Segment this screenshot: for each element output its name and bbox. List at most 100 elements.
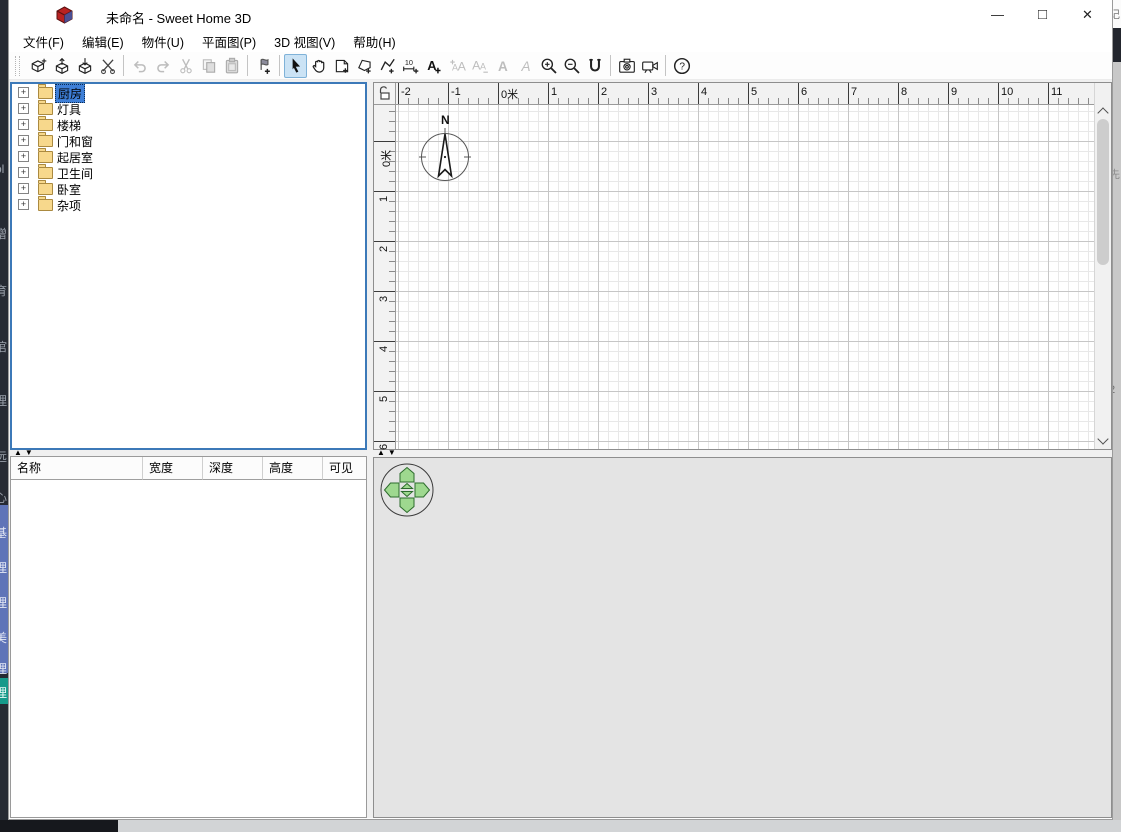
clipped-text: 基 <box>0 524 7 541</box>
video-camera-icon <box>641 57 659 75</box>
scroll-down-arrow-icon[interactable] <box>1097 433 1108 444</box>
toolbar-separator <box>123 55 124 76</box>
toolbar-separator <box>247 55 248 76</box>
catalog-category-staircase[interactable]: + 楼梯 <box>12 116 365 132</box>
expand-plus-icon[interactable]: + <box>18 151 29 162</box>
plan-3d-splitter-collapse-arrows[interactable]: ▲▼ <box>377 449 399 457</box>
folder-icon <box>38 199 53 211</box>
ruler-label: 0米 <box>501 86 518 102</box>
ruler-label: -2 <box>401 86 411 98</box>
folder-icon <box>38 151 53 163</box>
menu-file[interactable]: 文件(F) <box>14 30 73 53</box>
ruler-label: 6 <box>801 86 807 98</box>
bold-button: A <box>491 54 514 78</box>
save-home-button[interactable] <box>73 54 96 78</box>
folder-icon <box>38 135 53 147</box>
catalog-category-miscellaneous[interactable]: + 杂项 <box>12 196 365 212</box>
furniture-catalog-panel[interactable]: + 厨房 + 灯具 + 楼梯 + 门和窗 + 起居室 + 卫生间 <box>10 82 367 450</box>
zoom-in-button[interactable] <box>537 54 560 78</box>
toolbar-separator <box>279 55 280 76</box>
create-rooms-button[interactable] <box>353 54 376 78</box>
scrollbar-thumb[interactable] <box>1097 119 1109 265</box>
plan-vertical-scrollbar[interactable] <box>1094 83 1111 449</box>
create-polylines-button[interactable] <box>376 54 399 78</box>
minimize-button[interactable]: — <box>975 0 1020 30</box>
scroll-up-arrow-icon[interactable] <box>1097 107 1108 118</box>
3d-navigation-control[interactable] <box>378 461 436 519</box>
column-header-visible[interactable]: 可见 <box>323 457 366 480</box>
plan-canvas[interactable]: N <box>396 105 1095 449</box>
virtual-visit-button[interactable] <box>583 54 606 78</box>
menu-edit[interactable]: 编辑(E) <box>73 30 133 53</box>
ruler-label: 11 <box>1051 86 1062 98</box>
nav-zoom-out-chevron <box>402 492 413 497</box>
catalog-category-kitchen[interactable]: + 厨房 <box>12 84 365 100</box>
zoom-out-icon <box>563 57 581 75</box>
preferences-button[interactable] <box>96 54 119 78</box>
furniture-list-panel[interactable]: 名称 宽度 深度 高度 可见 <box>10 456 367 818</box>
window-controls: — □ ✕ <box>975 0 1110 30</box>
add-text-button[interactable]: A <box>422 54 445 78</box>
clipped-text: 远 <box>0 448 7 465</box>
open-home-button[interactable] <box>50 54 73 78</box>
maximize-button[interactable]: □ <box>1020 0 1065 30</box>
reduce-text-button: A A <box>468 54 491 78</box>
toolbar-grip-handle[interactable] <box>15 56 20 76</box>
new-home-button[interactable] <box>27 54 50 78</box>
menu-help[interactable]: 帮助(H) <box>344 30 404 53</box>
italic-icon: A <box>517 57 535 75</box>
expand-plus-icon[interactable]: + <box>18 199 29 210</box>
expand-plus-icon[interactable]: + <box>18 183 29 194</box>
menu-3d-view[interactable]: 3D 视图(V) <box>265 30 344 53</box>
catalog-category-doors-windows[interactable]: + 门和窗 <box>12 132 365 148</box>
catalog-category-living-room[interactable]: + 起居室 <box>12 148 365 164</box>
create-walls-button[interactable] <box>330 54 353 78</box>
title-bar[interactable]: 未命名 - Sweet Home 3D — □ ✕ <box>9 0 1112 30</box>
paste-icon <box>223 57 241 75</box>
expand-plus-icon[interactable]: + <box>18 119 29 130</box>
help-icon: ? <box>673 57 691 75</box>
add-text-icon: A <box>425 57 443 75</box>
ruler-label: 1 <box>551 86 557 98</box>
expand-plus-icon[interactable]: + <box>18 103 29 114</box>
close-button[interactable]: ✕ <box>1065 0 1110 30</box>
clipped-text: 增 <box>0 225 7 242</box>
create-dimensions-icon: 10 <box>402 57 420 75</box>
paste-button <box>220 54 243 78</box>
create-dimensions-button[interactable]: 10 <box>399 54 422 78</box>
create-video-button[interactable] <box>638 54 661 78</box>
catalog-category-lights[interactable]: + 灯具 <box>12 100 365 116</box>
catalog-category-bedroom[interactable]: + 卧室 <box>12 180 365 196</box>
zoom-out-button[interactable] <box>560 54 583 78</box>
column-header-height[interactable]: 高度 <box>263 457 323 480</box>
plan-view-panel[interactable]: -2 -1 0米 1 2 3 4 5 6 7 8 9 10 11 0米 1 2 … <box>373 82 1112 450</box>
add-furniture-button[interactable] <box>252 54 275 78</box>
ruler-label: 1 <box>378 196 390 202</box>
compass[interactable]: N <box>419 113 471 181</box>
3d-view-panel[interactable] <box>373 457 1112 818</box>
pan-tool-button[interactable] <box>307 54 330 78</box>
expand-plus-icon[interactable]: + <box>18 167 29 178</box>
catalog-category-bathroom[interactable]: + 卫生间 <box>12 164 365 180</box>
clipped-text: 2 <box>1113 384 1115 396</box>
column-header-depth[interactable]: 深度 <box>203 457 263 480</box>
ruler-label: 3 <box>378 296 390 302</box>
clipped-text: ol <box>0 162 4 176</box>
ruler-label: 3 <box>651 86 657 98</box>
column-header-width[interactable]: 宽度 <box>143 457 203 480</box>
svg-text:A: A <box>457 59 465 73</box>
clipped-text: 心 <box>0 489 7 506</box>
menu-plan[interactable]: 平面图(P) <box>193 30 265 53</box>
clipped-text: 理 <box>0 684 7 701</box>
expand-plus-icon[interactable]: + <box>18 87 29 98</box>
expand-plus-icon[interactable]: + <box>18 135 29 146</box>
compass-north-label: N <box>441 113 450 127</box>
column-header-name[interactable]: 名称 <box>11 457 143 480</box>
create-photo-button[interactable] <box>615 54 638 78</box>
create-polylines-icon <box>379 57 397 75</box>
vertical-ruler: 0米 1 2 3 4 5 6 <box>374 105 396 449</box>
select-tool-button[interactable] <box>284 54 307 78</box>
folder-icon <box>38 119 53 131</box>
help-button[interactable]: ? <box>670 54 693 78</box>
menu-furniture[interactable]: 物件(U) <box>133 30 193 53</box>
